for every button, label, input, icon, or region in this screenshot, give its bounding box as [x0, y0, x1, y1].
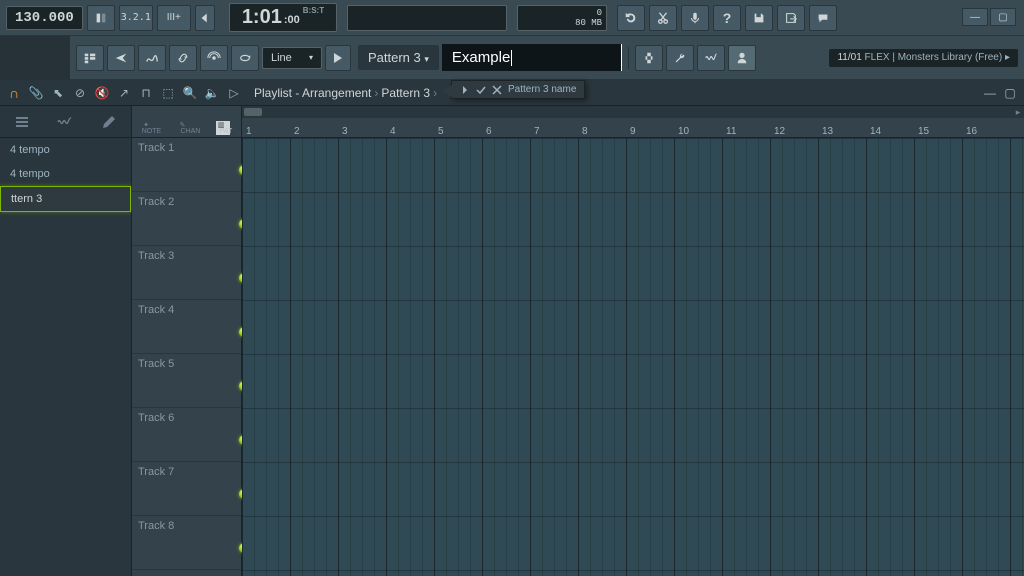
- bar-number: 3: [342, 126, 348, 137]
- track-header[interactable]: Track 3: [132, 246, 241, 300]
- track-header-column: ✦ ✎ ▥ Track 1Track 2Track 3Track 4Track …: [132, 106, 242, 576]
- wrench-button[interactable]: [666, 45, 694, 71]
- bar-number: 7: [534, 126, 540, 137]
- automation-button[interactable]: [138, 45, 166, 71]
- current-pattern-label[interactable]: Pattern 3 ▾: [358, 45, 439, 70]
- separator: [628, 47, 629, 69]
- secondary-toolbar: Line▾ Pattern 3 ▾ Example 11/01 FLEX | M…: [70, 36, 1024, 80]
- eye-slash-icon[interactable]: ⊘: [72, 85, 88, 101]
- live-button[interactable]: [200, 45, 228, 71]
- top-toolbar: 130.000 3.2.1 III+ 1:01:00B:S:T 0 80 MB …: [0, 0, 1024, 36]
- window-controls: — ▢: [962, 8, 1016, 26]
- track-header[interactable]: Track 7: [132, 462, 241, 516]
- send-button[interactable]: [107, 45, 135, 71]
- browser-panel: 4 tempo4 tempottern 3: [0, 106, 132, 576]
- tempo-display[interactable]: 130.000: [6, 6, 83, 30]
- bar-number: 2: [294, 126, 300, 137]
- playlist-area: ✦ ✎ ▥ Track 1Track 2Track 3Track 4Track …: [132, 106, 1024, 576]
- minimize-panel-button[interactable]: —: [982, 85, 998, 101]
- visualizer[interactable]: [347, 5, 507, 31]
- bar-number: 1: [246, 126, 252, 137]
- logo-icon[interactable]: ∩: [6, 85, 22, 101]
- info-board[interactable]: 11/01 FLEX | Monsters Library (Free) ▸: [829, 49, 1018, 67]
- pat-song-toggle[interactable]: [87, 5, 115, 31]
- track-header[interactable]: Track 2: [132, 192, 241, 246]
- wave-icon[interactable]: [57, 114, 73, 130]
- bar-number: 6: [486, 126, 492, 137]
- save-button[interactable]: [745, 5, 773, 31]
- close-icon[interactable]: [492, 85, 502, 95]
- horizontal-scrollbar[interactable]: [242, 106, 1024, 118]
- bar-number: 9: [630, 126, 636, 137]
- list-icon[interactable]: [14, 114, 30, 130]
- cpu-mem-meter[interactable]: 0 80 MB: [517, 5, 607, 31]
- bar-ruler[interactable]: 12345678910111213141516: [242, 118, 1024, 138]
- bar-number: 16: [966, 126, 977, 137]
- track-header[interactable]: Track 6: [132, 408, 241, 462]
- plugin-button[interactable]: [635, 45, 663, 71]
- bar-number: 4: [390, 126, 396, 137]
- bar-number: 13: [822, 126, 833, 137]
- beat-indicator[interactable]: 3.2.1: [119, 5, 153, 31]
- play-button[interactable]: [325, 45, 351, 71]
- loop-button[interactable]: [231, 45, 259, 71]
- magnet-icon[interactable]: ⊓: [138, 85, 154, 101]
- bar-number: 15: [918, 126, 929, 137]
- minimize-button[interactable]: —: [962, 8, 988, 26]
- arrow-icon[interactable]: ↗: [116, 85, 132, 101]
- bar-number: 8: [582, 126, 588, 137]
- browser-tabs: [0, 106, 131, 138]
- track-head-labels: NOTE CHAN PAT: [132, 128, 242, 135]
- wave-tool-button[interactable]: [697, 45, 725, 71]
- select-icon[interactable]: ⬚: [160, 85, 176, 101]
- maximize-panel-button[interactable]: ▢: [1002, 85, 1018, 101]
- rename-tooltip: Pattern 3 name: [451, 80, 585, 99]
- link-button[interactable]: [169, 45, 197, 71]
- check-icon[interactable]: [476, 85, 486, 95]
- export-button[interactable]: [777, 5, 805, 31]
- scroll-right-button[interactable]: ▸: [1012, 106, 1024, 118]
- pencil-icon[interactable]: [101, 114, 117, 130]
- maximize-button[interactable]: ▢: [990, 8, 1016, 26]
- pin-icon[interactable]: 📎: [28, 85, 44, 101]
- gridlines: [242, 138, 1024, 576]
- record-mic-button[interactable]: [681, 5, 709, 31]
- track-header[interactable]: Track 8: [132, 516, 241, 570]
- bar-number: 12: [774, 126, 785, 137]
- quantize-indicator[interactable]: III+: [157, 5, 191, 31]
- browser-item[interactable]: 4 tempo: [0, 162, 131, 186]
- track-header[interactable]: Track 4: [132, 300, 241, 354]
- track-header[interactable]: Track 1: [132, 138, 241, 192]
- browser-item[interactable]: 4 tempo: [0, 138, 131, 162]
- undo-history-button[interactable]: [617, 5, 645, 31]
- time-display[interactable]: 1:01:00B:S:T: [229, 3, 337, 32]
- snap-selector[interactable]: Line▾: [262, 47, 322, 69]
- pattern-view-button[interactable]: [76, 45, 104, 71]
- bar-number: 14: [870, 126, 881, 137]
- browser-item[interactable]: ttern 3: [0, 186, 131, 212]
- play-head-icon[interactable]: ▷: [226, 85, 242, 101]
- cursor-icon[interactable]: ⬉: [50, 85, 66, 101]
- pattern-rename-input[interactable]: Example: [442, 44, 622, 71]
- mute-icon[interactable]: 🔇: [94, 85, 110, 101]
- playlist-grid[interactable]: 12345678910111213141516: [242, 106, 1024, 576]
- help-button[interactable]: ?: [713, 5, 741, 31]
- bar-number: 10: [678, 126, 689, 137]
- cut-button[interactable]: [649, 5, 677, 31]
- bar-number: 5: [438, 126, 444, 137]
- track-header[interactable]: Track 5: [132, 354, 241, 408]
- breadcrumb: Playlist - Arrangement›Pattern 3›: [254, 86, 440, 100]
- step-back-button[interactable]: [195, 5, 215, 31]
- zoom-icon[interactable]: 🔍: [182, 85, 198, 101]
- rename-tooltip-text: Pattern 3 name: [508, 84, 576, 95]
- chevron-right-icon[interactable]: [460, 85, 470, 95]
- bar-number: 11: [726, 126, 736, 137]
- chevron-down-icon: ▾: [424, 54, 429, 64]
- speaker-icon[interactable]: 🔈: [204, 85, 220, 101]
- message-button[interactable]: [809, 5, 837, 31]
- chevron-down-icon: ▾: [309, 53, 313, 62]
- user-button[interactable]: [728, 45, 756, 71]
